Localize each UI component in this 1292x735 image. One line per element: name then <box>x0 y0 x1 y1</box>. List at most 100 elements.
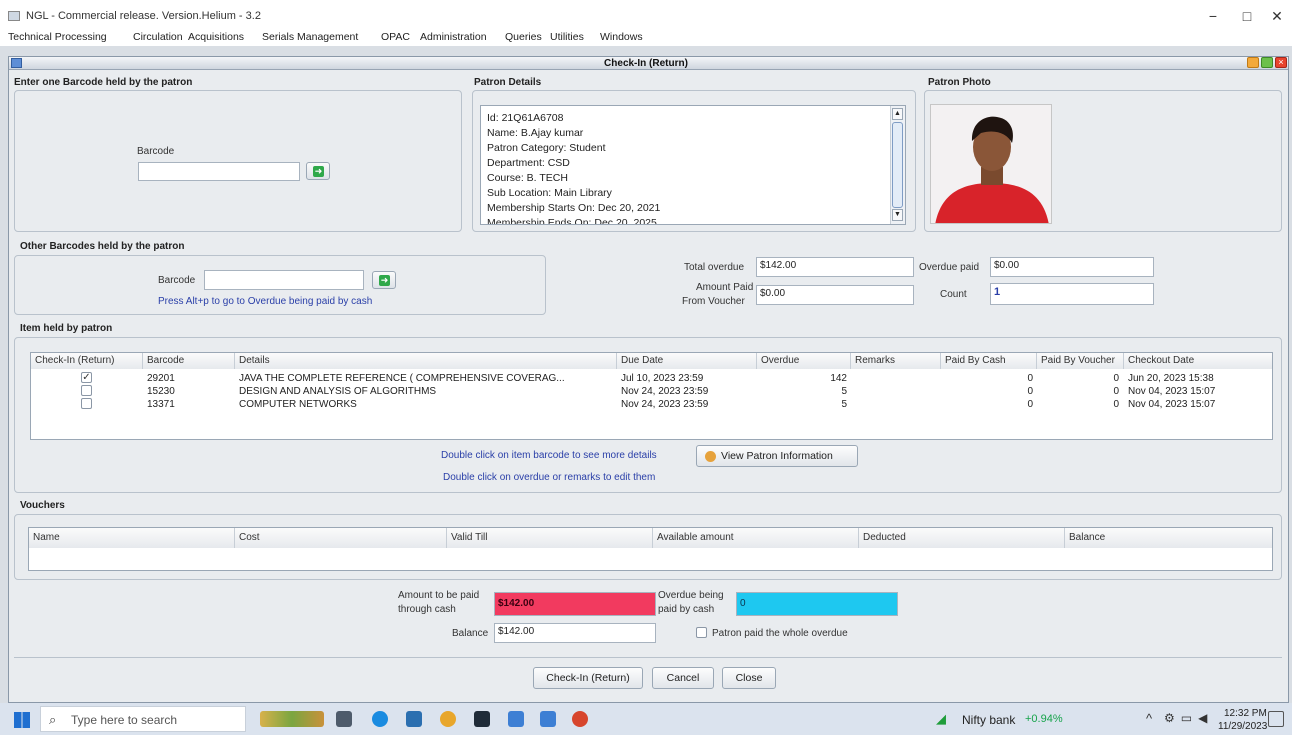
menu-utilities[interactable]: Utilities <box>550 31 584 43</box>
terminal-icon[interactable] <box>474 711 490 727</box>
file-explorer-icon[interactable] <box>406 711 422 727</box>
cancel-button[interactable]: Cancel <box>652 667 714 689</box>
menu-serials-management[interactable]: Serials Management <box>262 31 358 43</box>
col-details[interactable]: Details <box>235 353 617 369</box>
col-paid-voucher[interactable]: Paid By Voucher <box>1037 353 1124 369</box>
search-highlight-icon[interactable] <box>260 711 324 727</box>
view-patron-info-button[interactable]: View Patron Information <box>696 445 858 467</box>
minimize-button[interactable]: − <box>1198 6 1228 26</box>
overdue-cash-label-1: Overdue being <box>658 590 724 601</box>
other-barcode-go-button[interactable]: ➜ <box>372 271 396 289</box>
clock-date[interactable]: 11/29/2023 <box>1218 721 1267 732</box>
vouchers-title: Vouchers <box>20 500 65 511</box>
col-remarks[interactable]: Remarks <box>851 353 941 369</box>
chevron-up-icon[interactable]: ^ <box>1146 711 1152 726</box>
tray-icons[interactable]: ⚙▭◀ <box>1164 711 1212 727</box>
scroll-down-icon[interactable]: ▼ <box>892 209 903 221</box>
items-section-title: Item held by patron <box>20 323 113 334</box>
paid-whole-checkbox[interactable] <box>696 627 707 638</box>
row3-barcode[interactable]: 13371 <box>147 399 175 410</box>
browser-icon[interactable] <box>572 711 588 727</box>
count-field[interactable]: 1 <box>990 283 1154 305</box>
edge-icon[interactable] <box>372 711 388 727</box>
scroll-up-icon[interactable]: ▲ <box>892 108 903 120</box>
col-barcode[interactable]: Barcode <box>143 353 235 369</box>
row2-overdue[interactable]: 5 <box>757 386 847 397</box>
close-window-button[interactable]: ✕ <box>1262 6 1292 26</box>
app-window-icon-2[interactable] <box>540 711 556 727</box>
total-overdue-field[interactable]: $142.00 <box>756 257 914 277</box>
patron-course: Course: B. TECH <box>487 172 568 184</box>
other-barcode-input[interactable] <box>204 270 364 290</box>
cash-label-2: through cash <box>398 604 456 615</box>
row3-checkout: Nov 04, 2023 15:07 <box>1128 399 1216 410</box>
patron-sublocation: Sub Location: Main Library <box>487 187 612 199</box>
patron-photo-title: Patron Photo <box>928 77 991 88</box>
row3-checkbox[interactable] <box>81 398 92 409</box>
frame-minimize-icon[interactable] <box>1247 57 1259 68</box>
menu-queries[interactable]: Queries <box>505 31 542 43</box>
overdue-cash-field[interactable]: 0 <box>736 592 898 616</box>
app-icon <box>8 11 20 21</box>
paid-whole-label: Patron paid the whole overdue <box>712 628 848 639</box>
vcol-available[interactable]: Available amount <box>653 528 859 548</box>
vcol-name[interactable]: Name <box>29 528 235 548</box>
col-paid-cash[interactable]: Paid By Cash <box>941 353 1037 369</box>
clock-time[interactable]: 12:32 PM <box>1224 708 1267 719</box>
count-label: Count <box>940 289 967 300</box>
patron-details-text[interactable]: Id: 21Q61A6708 Name: B.Ajay kumar Patron… <box>480 105 906 225</box>
row1-details: JAVA THE COMPLETE REFERENCE ( COMPREHENS… <box>239 373 565 384</box>
row3-overdue[interactable]: 5 <box>757 399 847 410</box>
col-checkin[interactable]: Check-In (Return) <box>31 353 143 369</box>
scroll-thumb[interactable] <box>892 122 903 208</box>
col-due-date[interactable]: Due Date <box>617 353 757 369</box>
row1-barcode[interactable]: 29201 <box>147 373 175 384</box>
close-button[interactable]: Close <box>722 667 776 689</box>
vcol-valid-till[interactable]: Valid Till <box>447 528 653 548</box>
overdue-paid-field[interactable]: $0.00 <box>990 257 1154 277</box>
menu-opac[interactable]: OPAC <box>381 31 410 43</box>
chrome-icon[interactable] <box>440 711 456 727</box>
col-checkout-date[interactable]: Checkout Date <box>1124 353 1272 369</box>
menu-acquisitions[interactable]: Acquisitions <box>188 31 244 43</box>
vcol-deducted[interactable]: Deducted <box>859 528 1065 548</box>
barcode-go-button[interactable]: ➜ <box>306 162 330 180</box>
patron-name: Name: B.Ajay kumar <box>487 127 584 139</box>
menu-technical-processing[interactable]: Technical Processing <box>8 31 107 43</box>
menu-circulation[interactable]: Circulation <box>133 31 183 43</box>
frame-close-icon[interactable]: × <box>1275 57 1287 68</box>
amount-voucher-field[interactable]: $0.00 <box>756 285 914 305</box>
frame-maximize-icon[interactable] <box>1261 57 1273 68</box>
row1-checkbox[interactable]: ✓ <box>81 372 92 383</box>
window-title: NGL - Commercial release. Version.Helium… <box>26 10 261 22</box>
other-barcode-label: Barcode <box>158 275 196 286</box>
notification-icon[interactable] <box>1268 711 1284 727</box>
row3-due: Nov 24, 2023 23:59 <box>621 399 709 410</box>
maximize-button[interactable]: □ <box>1232 6 1262 26</box>
row2-voucher: 0 <box>1113 386 1119 397</box>
barcode-input[interactable] <box>138 162 300 181</box>
taskbar-search-box[interactable]: ⌕ Type here to search <box>40 706 246 732</box>
row2-checkbox[interactable] <box>81 385 92 396</box>
cash-amount-field[interactable]: $142.00 <box>494 592 656 616</box>
frame-title: Check-In (Return) <box>604 58 688 69</box>
app-window-icon-1[interactable] <box>508 711 524 727</box>
task-view-icon[interactable] <box>336 711 352 727</box>
start-icon[interactable] <box>14 712 30 728</box>
row1-voucher: 0 <box>1113 373 1119 384</box>
patron-info-icon <box>705 451 716 462</box>
amount-voucher-label-2: From Voucher <box>682 296 745 307</box>
row2-details: DESIGN AND ANALYSIS OF ALGORITHMS <box>239 386 437 397</box>
row1-overdue[interactable]: 142 <box>757 373 847 384</box>
vcol-cost[interactable]: Cost <box>235 528 447 548</box>
items-table: Check-In (Return) Barcode Details Due Da… <box>30 352 1273 440</box>
checkin-button[interactable]: Check-In (Return) <box>533 667 643 689</box>
vcol-balance[interactable]: Balance <box>1065 528 1272 548</box>
patron-id: Id: 21Q61A6708 <box>487 112 564 124</box>
ticker-name[interactable]: Nifty bank <box>962 713 1015 727</box>
balance-field[interactable]: $142.00 <box>494 623 656 643</box>
col-overdue[interactable]: Overdue <box>757 353 851 369</box>
menu-windows[interactable]: Windows <box>600 31 643 43</box>
menu-administration[interactable]: Administration <box>420 31 487 43</box>
row2-barcode[interactable]: 15230 <box>147 386 175 397</box>
